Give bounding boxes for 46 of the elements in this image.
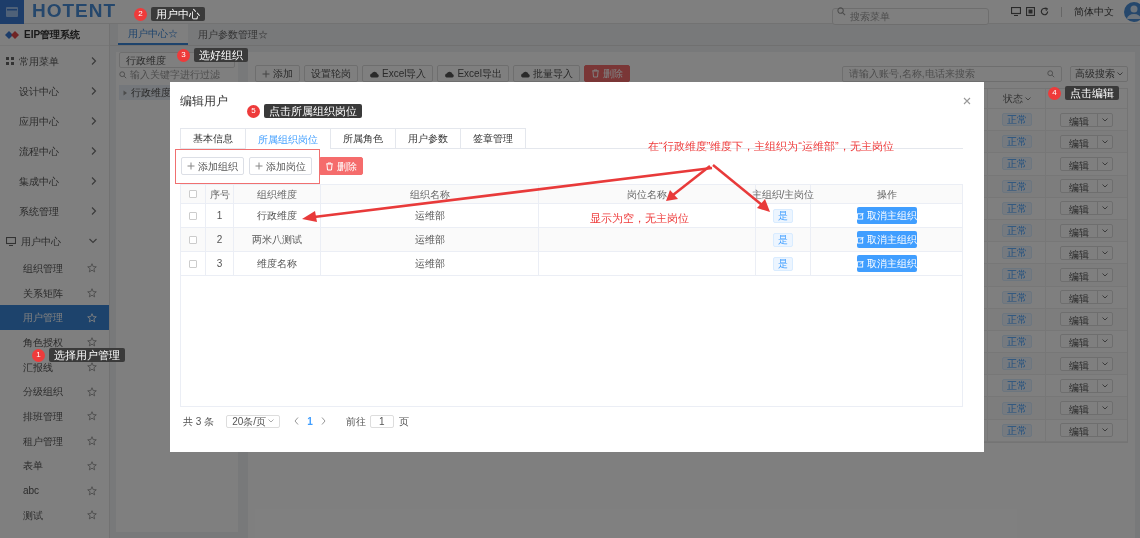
status-tag: 正常	[1001, 135, 1032, 149]
annotation-note: 显示为空，无主岗位	[590, 211, 689, 226]
table-cell-text: 运维部	[414, 233, 445, 247]
table-cell-text: 行政维度	[257, 209, 297, 223]
table-cell-text: 运维部	[414, 257, 445, 271]
yes-tag: 是	[773, 232, 793, 247]
total-count: 共 3 条	[183, 414, 215, 429]
status-tag: 正常	[1001, 113, 1032, 127]
status-tag: 正常	[1001, 224, 1032, 238]
table-cell-text: 1	[216, 209, 223, 223]
status-tag: 正常	[1001, 312, 1032, 326]
column-header: 序号	[209, 187, 230, 202]
table-cell-text: 运维部	[414, 209, 445, 223]
table-cell-text: 维度名称	[257, 257, 297, 271]
tooltip: 点击编辑	[1065, 86, 1119, 100]
tooltip: 选好组织	[194, 48, 248, 62]
column-header: 组织维度	[257, 187, 297, 202]
goto-label: 前往	[345, 414, 366, 429]
status-tag: 正常	[1001, 379, 1032, 393]
dialog-title: 编辑用户	[180, 93, 228, 110]
step-badge: 3	[177, 48, 190, 62]
status-tag: 正常	[1001, 334, 1032, 348]
tooltip: 选择用户管理	[49, 348, 125, 362]
tooltip: 用户中心	[151, 7, 205, 21]
status-tag: 正常	[1001, 423, 1032, 437]
status-tag: 正常	[1001, 157, 1032, 171]
table-cell-text: 3	[216, 257, 223, 271]
annotation-note: 在“行政维度”维度下，主组织为“运维部”，无主岗位	[648, 139, 894, 154]
tooltip: 点击所属组织岗位	[264, 104, 362, 118]
logo: HOTENT	[32, 0, 117, 24]
yes-tag: 是	[773, 208, 793, 223]
status-tag: 正常	[1001, 357, 1032, 371]
status-tag: 正常	[1001, 201, 1032, 215]
column-header: 组织名称	[409, 187, 450, 202]
page-suffix: 页	[398, 414, 409, 429]
status-tag: 正常	[1001, 246, 1032, 260]
table-cell-text: 2	[216, 233, 223, 247]
status-tag: 正常	[1001, 268, 1032, 282]
column-header: 岗位名称	[627, 187, 667, 202]
yes-tag: 是	[773, 256, 793, 271]
system-title: EIP管理系统	[24, 28, 81, 42]
status-tag: 正常	[1001, 179, 1032, 193]
status-tag: 正常	[1001, 290, 1032, 304]
status-tag: 正常	[1001, 401, 1032, 415]
table-cell-text: 两米八测试	[252, 233, 302, 247]
column-header: 操作	[876, 187, 897, 202]
